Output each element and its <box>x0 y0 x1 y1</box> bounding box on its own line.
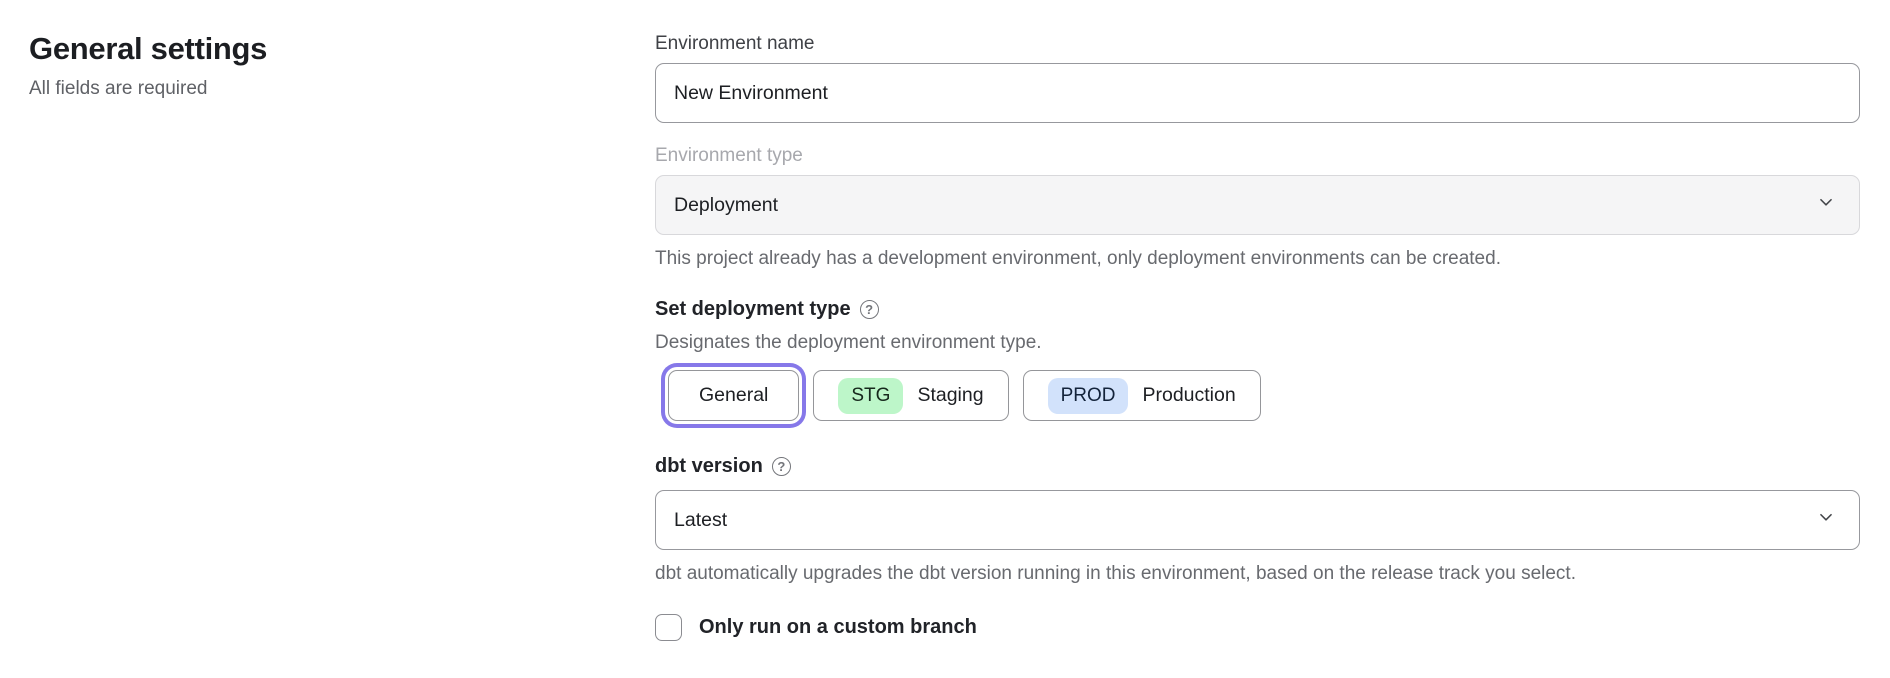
environment-name-label: Environment name <box>655 33 1860 55</box>
page-title: General settings <box>29 30 655 68</box>
page-subtitle: All fields are required <box>29 78 655 100</box>
chevron-down-icon <box>1817 508 1835 532</box>
custom-branch-row: Only run on a custom branch <box>655 614 1860 641</box>
option-production-label: Production <box>1142 384 1235 407</box>
dbt-version-label: dbt version <box>655 455 763 477</box>
production-badge: PROD <box>1048 378 1129 414</box>
custom-branch-label: Only run on a custom branch <box>699 616 977 639</box>
deployment-type-option-general[interactable]: General <box>668 370 799 421</box>
environment-type-helper: This project already has a development e… <box>655 248 1860 270</box>
dbt-version-header: dbt version ? <box>655 455 1860 477</box>
help-icon[interactable]: ? <box>772 457 791 476</box>
deployment-type-header: Set deployment type ? <box>655 298 1860 320</box>
settings-header: General settings All fields are required <box>0 0 655 678</box>
dbt-version-value: Latest <box>674 509 727 532</box>
help-icon[interactable]: ? <box>860 300 879 319</box>
deployment-type-label: Set deployment type <box>655 298 851 320</box>
deployment-type-option-production[interactable]: PROD Production <box>1023 370 1261 421</box>
staging-badge: STG <box>838 378 903 414</box>
general-settings-page: General settings All fields are required… <box>0 0 1890 678</box>
option-general-label: General <box>699 384 768 407</box>
dbt-version-helper: dbt automatically upgrades the dbt versi… <box>655 563 1860 585</box>
environment-form: Environment name Environment type Deploy… <box>655 0 1860 678</box>
deployment-type-options: General STG Staging PROD Production <box>655 370 1860 421</box>
deployment-type-option-staging[interactable]: STG Staging <box>813 370 1008 421</box>
dbt-version-select[interactable]: Latest <box>655 490 1860 550</box>
custom-branch-checkbox[interactable] <box>655 614 682 641</box>
option-staging-label: Staging <box>917 384 983 407</box>
environment-type-label: Environment type <box>655 145 1860 167</box>
environment-type-value: Deployment <box>674 194 778 217</box>
environment-name-input[interactable] <box>655 63 1860 123</box>
chevron-down-icon <box>1817 193 1835 217</box>
environment-type-select[interactable]: Deployment <box>655 175 1860 235</box>
deployment-type-description: Designates the deployment environment ty… <box>655 332 1860 354</box>
